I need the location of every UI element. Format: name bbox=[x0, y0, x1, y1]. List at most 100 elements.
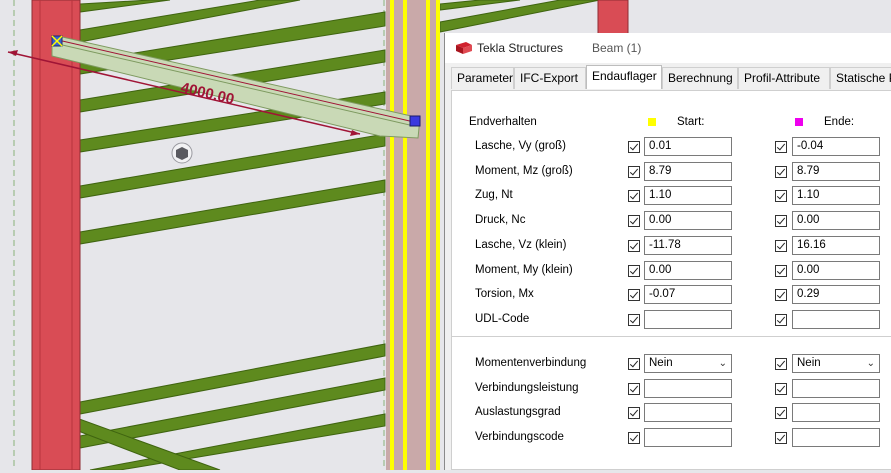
end-value-field[interactable]: 0.00 bbox=[792, 211, 880, 231]
end-header: Ende: bbox=[824, 116, 855, 128]
start-select[interactable]: Nein ⌄ bbox=[644, 354, 732, 373]
selected-column bbox=[386, 0, 440, 470]
tab-endauflager[interactable]: Endauflager bbox=[586, 65, 662, 89]
start-checkbox[interactable] bbox=[628, 165, 640, 178]
end-value: 0.29 bbox=[797, 288, 820, 301]
start-color-marker bbox=[648, 118, 656, 126]
end-value: 16.16 bbox=[797, 238, 826, 251]
start-checkbox[interactable] bbox=[628, 358, 640, 370]
tab-statische-p[interactable]: Statische P bbox=[830, 67, 891, 89]
start-checkbox[interactable] bbox=[628, 313, 640, 326]
force-row-label: Lasche, Vy (groß) bbox=[475, 140, 566, 152]
title-bar[interactable]: Tekla Structures Beam (1) bbox=[445, 33, 891, 63]
end-checkbox[interactable] bbox=[775, 313, 787, 326]
window-subtitle: Beam (1) bbox=[592, 41, 642, 55]
section-label: Endverhalten bbox=[469, 116, 537, 128]
steel-column bbox=[597, 0, 629, 37]
end-value-field[interactable]: 8.79 bbox=[792, 161, 880, 181]
connection-row-label: Verbindungscode bbox=[475, 431, 564, 444]
chevron-down-icon[interactable]: ⌄ bbox=[719, 355, 727, 372]
end-checkbox[interactable] bbox=[775, 382, 787, 395]
start-checkbox[interactable] bbox=[628, 382, 640, 395]
app-title: Tekla Structures bbox=[477, 41, 564, 55]
end-checkbox[interactable] bbox=[775, 407, 787, 420]
endauflager-panel: Endverhalten Start: Ende: Lasche, Vy (gr… bbox=[451, 90, 891, 470]
end-value: Nein bbox=[797, 357, 821, 369]
start-checkbox[interactable] bbox=[628, 407, 640, 420]
start-checkbox[interactable] bbox=[628, 190, 640, 203]
end-value-field[interactable]: 0.29 bbox=[792, 285, 880, 305]
end-checkbox[interactable] bbox=[775, 141, 787, 153]
end-value: 1.10 bbox=[797, 189, 820, 202]
start-value: 1.10 bbox=[649, 189, 672, 202]
start-value-field[interactable] bbox=[644, 378, 732, 398]
end-value-field[interactable]: 0.00 bbox=[792, 260, 880, 280]
start-value-field[interactable] bbox=[644, 309, 732, 329]
end-value-field[interactable] bbox=[792, 378, 880, 398]
start-header: Start: bbox=[677, 116, 705, 128]
start-value-field[interactable]: -0.07 bbox=[644, 285, 732, 305]
start-checkbox[interactable] bbox=[628, 432, 640, 445]
end-value-field[interactable] bbox=[792, 403, 880, 423]
chevron-down-icon[interactable]: ⌄ bbox=[867, 355, 875, 372]
start-value: 0.00 bbox=[649, 214, 672, 227]
start-value: 8.79 bbox=[649, 164, 672, 177]
connection-row-label: Auslastungsgrad bbox=[475, 406, 561, 419]
end-checkbox[interactable] bbox=[775, 358, 787, 370]
start-checkbox[interactable] bbox=[628, 141, 640, 153]
force-row-label: Torsion, Mx bbox=[475, 288, 534, 301]
end-value-field[interactable] bbox=[792, 428, 880, 448]
start-value: 0.00 bbox=[649, 263, 672, 276]
tab-bar: Parameter IFC-Export Endauflager Berechn… bbox=[451, 65, 891, 91]
end-value-field[interactable]: 1.10 bbox=[792, 186, 880, 206]
tab-ifc-export[interactable]: IFC-Export bbox=[514, 67, 586, 89]
connection-row-label: Momentenverbindung bbox=[475, 357, 587, 369]
end-checkbox[interactable] bbox=[775, 190, 787, 203]
start-value-field[interactable]: 0.00 bbox=[644, 211, 732, 231]
steel-column bbox=[31, 0, 81, 471]
force-row-label: UDL-Code bbox=[475, 312, 530, 325]
end-checkbox[interactable] bbox=[775, 432, 787, 445]
end-value-field[interactable] bbox=[792, 309, 880, 329]
start-value-field[interactable]: 8.79 bbox=[644, 161, 732, 181]
start-checkbox[interactable] bbox=[628, 215, 640, 228]
start-checkbox[interactable] bbox=[628, 264, 640, 277]
connection-row-label: Verbindungsleistung bbox=[475, 381, 579, 394]
start-value: 0.01 bbox=[649, 140, 672, 152]
end-value-field[interactable]: 16.16 bbox=[792, 235, 880, 255]
beam-properties-dialog: Tekla Structures Beam (1) Parameter IFC-… bbox=[444, 33, 891, 470]
end-value: -0.04 bbox=[797, 140, 824, 152]
end-handle[interactable] bbox=[409, 115, 421, 127]
end-value: 8.79 bbox=[797, 164, 820, 177]
end-select[interactable]: Nein ⌄ bbox=[792, 354, 880, 373]
tab-berechnung[interactable]: Berechnung bbox=[662, 67, 738, 89]
end-value-field[interactable]: -0.04 bbox=[792, 137, 880, 156]
end-value: 0.00 bbox=[797, 263, 820, 276]
start-value: -11.78 bbox=[649, 238, 681, 251]
start-value: Nein bbox=[649, 357, 673, 369]
tekla-logo-icon bbox=[456, 42, 472, 54]
tab-profil-attribute[interactable]: Profil-Attribute bbox=[738, 67, 830, 89]
divider bbox=[452, 336, 891, 337]
start-value-field[interactable]: 1.10 bbox=[644, 186, 732, 206]
start-checkbox[interactable] bbox=[628, 239, 640, 252]
force-row-label: Druck, Nc bbox=[475, 214, 526, 227]
start-value-field[interactable] bbox=[644, 403, 732, 423]
start-value-field[interactable] bbox=[644, 428, 732, 448]
end-checkbox[interactable] bbox=[775, 165, 787, 178]
end-checkbox[interactable] bbox=[775, 264, 787, 277]
force-row-label: Lasche, Vz (klein) bbox=[475, 238, 567, 251]
start-value-field[interactable]: 0.01 bbox=[644, 137, 732, 156]
start-value: -0.07 bbox=[649, 288, 676, 301]
end-checkbox[interactable] bbox=[775, 239, 787, 252]
start-value-field[interactable]: -11.78 bbox=[644, 235, 732, 255]
end-color-marker bbox=[795, 118, 803, 126]
start-checkbox[interactable] bbox=[628, 289, 640, 302]
start-value-field[interactable]: 0.00 bbox=[644, 260, 732, 280]
tab-parameter[interactable]: Parameter bbox=[451, 67, 514, 89]
end-checkbox[interactable] bbox=[775, 215, 787, 228]
force-row-label: Moment, My (klein) bbox=[475, 263, 573, 276]
end-checkbox[interactable] bbox=[775, 289, 787, 302]
force-row-label: Zug, Nt bbox=[475, 189, 513, 202]
force-row-label: Moment, Mz (groß) bbox=[475, 164, 573, 177]
